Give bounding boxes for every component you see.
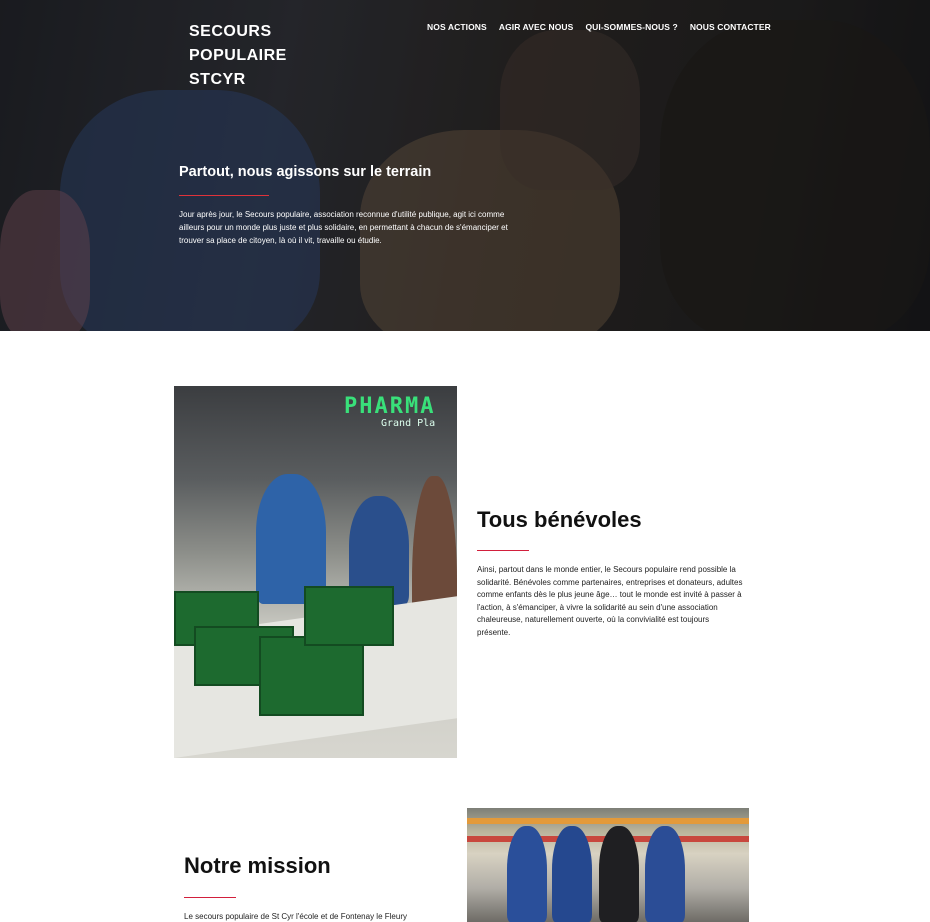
photo-sign: PHARMA — [344, 394, 436, 419]
mission-text: Le secours populaire de St Cyr l'école e… — [184, 912, 407, 921]
photo-shelf — [467, 818, 749, 824]
photo-volunteer-2 — [552, 826, 592, 922]
photo-crate — [259, 636, 364, 716]
hero-divider — [179, 195, 269, 196]
photo-crate — [304, 586, 394, 646]
benevoles-text: Ainsi, partout dans le monde entier, le … — [477, 565, 743, 637]
mission-photo — [467, 808, 749, 922]
nav-nos-actions[interactable]: NOS ACTIONS — [427, 22, 487, 32]
photo-volunteer-3 — [599, 826, 639, 922]
hero-title: Partout, nous agissons sur le terrain — [179, 164, 432, 180]
photo-volunteer-left — [256, 474, 326, 604]
main-nav: NOS ACTIONS AGIR AVEC NOUS QUI-SOMMES-NO… — [427, 22, 771, 32]
photo-volunteer-4 — [645, 826, 685, 922]
nav-qui-sommes-nous[interactable]: QUI-SOMMES-NOUS ? — [585, 22, 677, 32]
site-logo[interactable]: SECOURS POPULAIRE STCYR — [189, 20, 287, 92]
brand-line-3: STCYR — [189, 71, 246, 88]
mission-divider — [184, 897, 236, 898]
hero-banner: SECOURS POPULAIRE STCYR NOS ACTIONS AGIR… — [0, 0, 930, 331]
brand-line-1: SECOURS — [189, 23, 272, 40]
benevoles-title: Tous bénévoles — [477, 507, 642, 532]
hero-text: Jour après jour, le Secours populaire, a… — [179, 210, 508, 245]
nav-agir-avec-nous[interactable]: AGIR AVEC NOUS — [499, 22, 574, 32]
hero-overlay — [0, 0, 930, 331]
benevoles-photo: PHARMA Grand Pla — [174, 386, 457, 758]
benevoles-divider — [477, 550, 529, 551]
photo-volunteer-1 — [507, 826, 547, 922]
brand-line-2: POPULAIRE — [189, 47, 287, 64]
nav-nous-contacter[interactable]: NOUS CONTACTER — [690, 22, 771, 32]
photo-sign-sub: Grand Pla — [381, 418, 436, 429]
mission-title: Notre mission — [184, 853, 331, 878]
